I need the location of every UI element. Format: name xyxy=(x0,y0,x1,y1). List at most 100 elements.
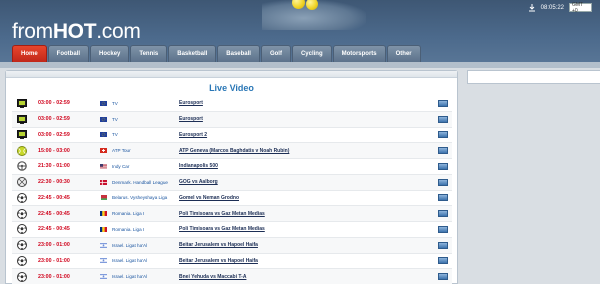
header-photo xyxy=(262,0,366,30)
tennis-ball-icon xyxy=(16,145,27,156)
event-row[interactable]: 22:45 - 00:45 Romania. Liga I Poli Timisoa… xyxy=(12,222,452,238)
competition-link[interactable]: TV xyxy=(112,101,179,106)
handball-icon xyxy=(16,177,27,188)
tab-home[interactable]: Home xyxy=(12,45,47,62)
event-time: 23:00 - 01:00 xyxy=(38,242,70,249)
flag-il-icon xyxy=(100,242,107,248)
match-link[interactable]: Poli Timisoara vs Gaz Metan Medias xyxy=(179,211,438,217)
match-link[interactable]: ATP Geneva (Marcos Baghdatis v Noah Rubi… xyxy=(179,148,438,154)
competition-link[interactable]: Denmark. Handball League xyxy=(112,180,179,185)
match-link[interactable]: Indianapolis 500 xyxy=(179,163,438,169)
site-header: fromHOT.com 08:05:22 GMT +0 Home Football… xyxy=(0,0,600,68)
event-row[interactable]: 23:00 - 01:00 Israel. Ligat ha'Al Beitar J… xyxy=(12,254,452,270)
soccer-ball-icon xyxy=(16,240,27,251)
watch-video-icon[interactable] xyxy=(438,210,448,218)
match-link[interactable]: Eurosport xyxy=(179,116,438,122)
flag-by-icon xyxy=(100,195,107,201)
flag-dk-icon xyxy=(100,179,107,185)
competition-link[interactable]: Belarus. Vysheyshaya Liga xyxy=(112,195,179,200)
flag-ro-icon xyxy=(100,211,107,217)
event-time: 15:00 - 03:00 xyxy=(38,147,70,154)
watch-video-icon[interactable] xyxy=(438,131,448,139)
timezone-select[interactable]: GMT +0 xyxy=(569,1,592,14)
watch-video-icon[interactable] xyxy=(438,115,448,123)
event-time: 21:30 - 01:00 xyxy=(38,163,70,170)
watch-video-icon[interactable] xyxy=(438,241,448,249)
event-row[interactable]: 03:00 - 02:59 TV Eurosport 2 xyxy=(12,128,452,144)
competition-link[interactable]: TV xyxy=(112,132,179,137)
logo-text-from: from xyxy=(12,20,53,43)
tv-screen-icon xyxy=(16,114,27,124)
watch-video-icon[interactable] xyxy=(438,194,448,202)
timezone-value: GMT +0 xyxy=(572,1,584,14)
tab-golf[interactable]: Golf xyxy=(260,45,291,62)
competition-link[interactable]: Israel. Ligat ha'Al xyxy=(112,243,179,248)
tab-cycling[interactable]: Cycling xyxy=(291,45,332,62)
competition-link[interactable]: TV xyxy=(112,117,179,122)
tv-screen-icon xyxy=(16,98,27,108)
site-logo[interactable]: fromHOT.com xyxy=(12,20,141,44)
steering-wheel-icon xyxy=(16,161,27,172)
watch-video-icon[interactable] xyxy=(438,178,448,186)
sidebar-panel xyxy=(467,70,600,84)
event-time: 23:00 - 01:00 xyxy=(38,273,70,280)
watch-video-icon[interactable] xyxy=(438,225,448,233)
event-row[interactable]: 22:30 - 00:30 Denmark. Handball League GOG… xyxy=(12,174,452,191)
event-row[interactable]: 22:45 - 00:45 Belarus. Vysheyshaya Liga Go… xyxy=(12,191,452,207)
event-time: 22:45 - 00:45 xyxy=(38,194,70,201)
tv-screen-icon xyxy=(16,130,27,140)
match-link[interactable]: GOG vs Aalborg xyxy=(179,179,438,185)
watch-video-icon[interactable] xyxy=(438,162,448,170)
event-row[interactable]: 23:00 - 01:00 Israel. Ligat ha'Al Beitar J… xyxy=(12,237,452,254)
event-row[interactable]: 23:00 - 01:00 Israel. Ligat ha'Al Bnei Yeh… xyxy=(12,269,452,284)
match-link[interactable]: Beitar Jerusalem vs Hapoel Haifa xyxy=(179,242,438,248)
page-title: Live Video xyxy=(209,83,254,93)
tab-baseball[interactable]: Baseball xyxy=(217,45,260,62)
flag-eu-icon xyxy=(100,132,107,138)
match-link[interactable]: Gomel vs Neman Grodno xyxy=(179,195,438,201)
tennis-ball-image xyxy=(306,0,318,10)
clock: 08:05:22 xyxy=(540,4,564,11)
tab-basketball[interactable]: Basketball xyxy=(168,45,217,62)
match-link[interactable]: Bnei Yehuda vs Maccabi T-A xyxy=(179,274,438,280)
download-icon[interactable] xyxy=(528,3,536,12)
event-row[interactable]: 03:00 - 02:59 TV Eurosport xyxy=(12,96,452,112)
tab-football[interactable]: Football xyxy=(47,45,90,62)
event-time: 03:00 - 02:59 xyxy=(38,100,70,107)
match-link[interactable]: Beitar Jerusalem vs Hapoel Haifa xyxy=(179,258,438,264)
soccer-ball-icon xyxy=(16,271,27,282)
watch-video-icon[interactable] xyxy=(438,147,448,155)
watch-video-icon[interactable] xyxy=(438,99,448,107)
tab-other[interactable]: Other xyxy=(386,45,421,62)
event-row[interactable]: 21:30 - 01:00 Indy Car Indianapolis 500 xyxy=(12,159,452,175)
event-time: 22:45 - 00:45 xyxy=(38,226,70,233)
event-time: 22:30 - 00:30 xyxy=(38,179,70,186)
watch-video-icon[interactable] xyxy=(438,257,448,265)
event-row[interactable]: 15:00 - 03:00 ATP Tour ATP Geneva (Marcos … xyxy=(12,143,452,159)
competition-link[interactable]: Indy Car xyxy=(112,164,179,169)
live-video-panel: Live Video 03:00 - 02:59 TV Eurosport 03:00… xyxy=(5,70,458,284)
logo-text-hot: HOT xyxy=(52,20,97,43)
flag-us-icon xyxy=(100,163,107,169)
flag-eu-icon xyxy=(100,116,107,122)
event-row[interactable]: 22:45 - 00:45 Romania. Liga I Poli Timisoa… xyxy=(12,206,452,222)
competition-link[interactable]: Romania. Liga I xyxy=(112,211,179,216)
panel-header-bar xyxy=(6,71,457,78)
event-row[interactable]: 03:00 - 02:59 TV Eurosport xyxy=(12,111,452,128)
logo-text-com: .com xyxy=(96,20,141,43)
competition-link[interactable]: Israel. Ligat ha'Al xyxy=(112,274,179,279)
match-link[interactable]: Eurosport 2 xyxy=(179,132,438,138)
tab-hockey[interactable]: Hockey xyxy=(90,45,130,62)
soccer-ball-icon xyxy=(16,208,27,219)
competition-link[interactable]: Israel. Ligat ha'Al xyxy=(112,258,179,263)
competition-link[interactable]: Romania. Liga I xyxy=(112,227,179,232)
match-link[interactable]: Eurosport xyxy=(179,100,438,106)
watch-video-icon[interactable] xyxy=(438,273,448,281)
competition-link[interactable]: ATP Tour xyxy=(112,148,179,153)
tab-tennis[interactable]: Tennis xyxy=(130,45,168,62)
flag-il-icon xyxy=(100,258,107,264)
flag-ro-icon xyxy=(100,226,107,232)
match-link[interactable]: Poli Timisoara vs Gaz Metan Medias xyxy=(179,226,438,232)
tab-motorsports[interactable]: Motorsports xyxy=(332,45,386,62)
event-list: 03:00 - 02:59 TV Eurosport 03:00 - 02:59 TV E… xyxy=(12,96,452,284)
